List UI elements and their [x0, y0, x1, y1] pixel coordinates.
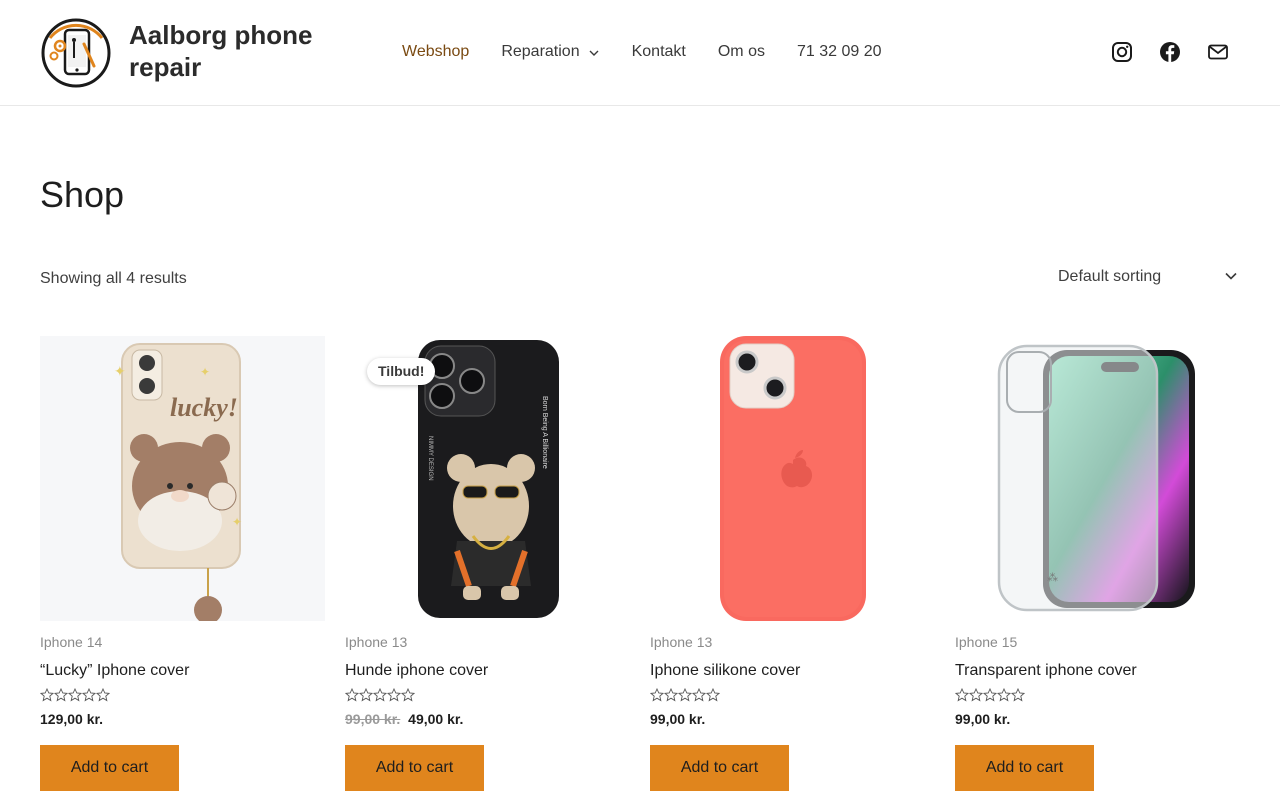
product-image[interactable]: ⁂ [955, 336, 1240, 621]
current-price: 49,00 kr. [408, 711, 464, 727]
product-title[interactable]: Transparent iphone cover [955, 662, 1137, 680]
instagram-icon[interactable] [1111, 41, 1133, 63]
product-card: ⁂ Iphone 15 Transparent iphone cover 99,… [954, 336, 1240, 796]
nav-item-reparation[interactable]: Reparation [501, 43, 599, 61]
site-header: Aalborg phone repair Webshop Reparation … [0, 0, 1280, 106]
sorting-select[interactable]: Default sorting [1058, 266, 1240, 288]
nav-item-om-os[interactable]: Om os [718, 43, 765, 61]
product-image[interactable]: lucky! ✦ ✦ ✦ [40, 336, 325, 621]
site-title[interactable]: Aalborg phone repair [129, 19, 349, 83]
add-to-cart-button[interactable]: Add to cart [955, 745, 1094, 791]
svg-text:NIMMY DESIGN: NIMMY DESIGN [427, 436, 433, 481]
nav-item-phone[interactable]: 71 32 09 20 [797, 43, 882, 61]
svg-text:✦: ✦ [200, 365, 210, 379]
current-price: 99,00 kr. [955, 711, 1011, 727]
product-category[interactable]: Iphone 13 [650, 634, 712, 650]
product-category[interactable]: Iphone 15 [955, 634, 1017, 650]
chevron-down-icon [1224, 269, 1238, 283]
product-price: 99,00 kr. [650, 711, 705, 727]
sorting-value: Default sorting [1058, 268, 1162, 285]
star-rating-icon [39, 687, 111, 702]
current-price: 99,00 kr. [650, 711, 706, 727]
product-image[interactable] [650, 336, 935, 621]
nav-item-label: Om os [717, 43, 765, 60]
product-category[interactable]: Iphone 14 [40, 634, 102, 650]
main-navigation: Webshop Reparation Kontakt Om os 71 32 0… [402, 43, 914, 61]
svg-text:Born Being A Billionaire: Born Being A Billionaire [541, 396, 548, 469]
nav-item-webshop[interactable]: Webshop [402, 43, 469, 61]
svg-text:⁂: ⁂ [1047, 572, 1058, 584]
original-price: 99,00 kr. [345, 711, 401, 727]
product-title[interactable]: “Lucky” Iphone cover [40, 662, 189, 680]
result-count: Showing all 4 results [40, 270, 187, 287]
product-card: Iphone 13 Iphone silikone cover 99,00 kr… [649, 336, 935, 796]
nav-item-kontakt[interactable]: Kontakt [632, 43, 686, 61]
star-rating-icon [344, 687, 416, 702]
product-title[interactable]: Iphone silikone cover [650, 662, 800, 680]
sale-badge: Tilbud! [367, 358, 436, 385]
add-to-cart-button[interactable]: Add to cart [345, 745, 484, 791]
star-rating-icon [649, 687, 721, 702]
product-image[interactable]: Born Being A Billionaire NIMMY DESIGN Ti… [345, 336, 630, 621]
nav-item-label: 71 32 09 20 [796, 43, 882, 60]
page-title: Shop [40, 174, 125, 215]
product-price: 99,00 kr. [955, 711, 1010, 727]
chevron-down-icon [588, 46, 600, 58]
svg-text:✦: ✦ [114, 363, 126, 379]
product-price: 129,00 kr. [40, 711, 103, 727]
add-to-cart-button[interactable]: Add to cart [650, 745, 789, 791]
site-logo[interactable] [40, 18, 112, 88]
product-card: Born Being A Billionaire NIMMY DESIGN Ti… [344, 336, 630, 796]
facebook-icon[interactable] [1159, 41, 1181, 63]
product-title[interactable]: Hunde iphone cover [345, 662, 488, 680]
product-category[interactable]: Iphone 13 [345, 634, 407, 650]
svg-text:✦: ✦ [232, 515, 242, 529]
product-card: lucky! ✦ ✦ ✦ Iphone 14 “Lucky” Iphone co… [39, 336, 325, 796]
svg-text:lucky!: lucky! [170, 393, 238, 422]
current-price: 129,00 kr. [40, 711, 104, 727]
add-to-cart-button[interactable]: Add to cart [40, 745, 179, 791]
nav-item-label: Webshop [402, 43, 470, 60]
product-price: 99,00 kr. 49,00 kr. [345, 711, 463, 727]
nav-item-label: Reparation [501, 43, 580, 60]
star-rating-icon [954, 687, 1026, 702]
nav-item-label: Kontakt [631, 43, 686, 60]
mail-icon[interactable] [1207, 41, 1229, 63]
